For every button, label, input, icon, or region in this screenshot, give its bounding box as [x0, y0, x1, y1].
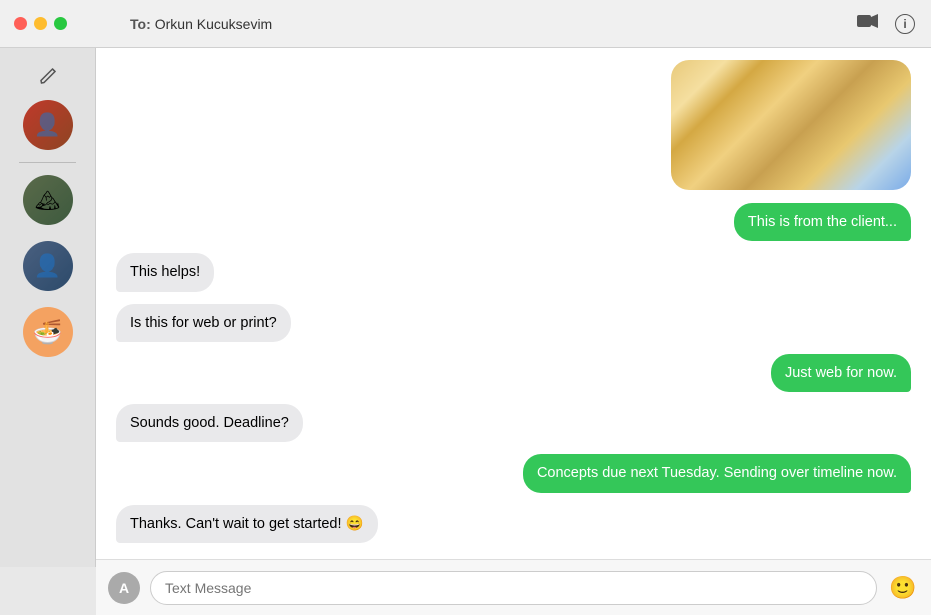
- video-call-icon[interactable]: [857, 13, 879, 34]
- table-row: This is from the client...: [116, 203, 911, 241]
- sidebar-contact-2[interactable]: 🏔: [23, 175, 73, 225]
- message-text: Concepts due next Tuesday. Sending over …: [537, 465, 897, 481]
- chat-area: This is from the client... This helps! I…: [96, 48, 931, 559]
- titlebar-actions: i: [857, 13, 915, 34]
- app-store-label: A: [119, 580, 129, 596]
- image-message: [116, 60, 911, 190]
- sidebar-contact-1[interactable]: 👤: [23, 100, 73, 150]
- close-button[interactable]: [14, 17, 27, 30]
- table-row: Is this for web or print?: [116, 304, 911, 342]
- recipient-header: To: Orkun Kucuksevim: [130, 16, 272, 32]
- table-row: This helps!: [116, 253, 911, 291]
- main-panel: This is from the client... This helps! I…: [96, 48, 931, 615]
- compose-button[interactable]: [32, 60, 64, 92]
- app-store-button[interactable]: A: [108, 572, 140, 604]
- message-text: Is this for web or print?: [130, 315, 277, 331]
- message-bubble-sent: This is from the client...: [734, 203, 911, 241]
- sidebar-contact-4[interactable]: 🍜: [23, 307, 73, 357]
- titlebar: To: Orkun Kucuksevim i: [0, 0, 931, 48]
- message-text: This is from the client...: [748, 214, 897, 230]
- message-text: This helps!: [130, 264, 200, 280]
- sidebar-divider: [19, 162, 76, 163]
- message-bubble-received: Thanks. Can't wait to get started! 😄: [116, 505, 378, 543]
- table-row: Just web for now.: [116, 354, 911, 392]
- emoji-button[interactable]: 🙂: [887, 572, 919, 604]
- to-label: To:: [130, 16, 151, 32]
- sidebar-contact-3[interactable]: 👤: [23, 241, 73, 291]
- table-row: Sounds good. Deadline?: [116, 404, 911, 442]
- minimize-button[interactable]: [34, 17, 47, 30]
- hair-photo: [671, 60, 911, 190]
- contact-list: 👤 🏔 👤 🍜: [0, 92, 95, 365]
- traffic-lights: [0, 17, 67, 30]
- message-text: Sounds good. Deadline?: [130, 415, 289, 431]
- message-bubble-received: Is this for web or print?: [116, 304, 291, 342]
- table-row: Concepts due next Tuesday. Sending over …: [116, 454, 911, 492]
- emoji-icon: 🙂: [889, 575, 916, 601]
- message-bubble-sent: Just web for now.: [771, 354, 911, 392]
- info-icon[interactable]: i: [895, 14, 915, 34]
- table-row: Thanks. Can't wait to get started! 😄: [116, 505, 911, 543]
- input-bar: A 🙂: [96, 559, 931, 615]
- recipient-name: Orkun Kucuksevim: [155, 16, 272, 32]
- message-bubble-received: This helps!: [116, 253, 214, 291]
- message-bubble-sent: Concepts due next Tuesday. Sending over …: [523, 454, 911, 492]
- fullscreen-button[interactable]: [54, 17, 67, 30]
- message-input[interactable]: [150, 571, 877, 605]
- sidebar: 👤 🏔 👤 🍜: [0, 0, 96, 567]
- message-text: Just web for now.: [785, 365, 897, 381]
- message-bubble-received: Sounds good. Deadline?: [116, 404, 303, 442]
- message-text: Thanks. Can't wait to get started! 😄: [130, 516, 364, 532]
- chat-image: [671, 60, 911, 190]
